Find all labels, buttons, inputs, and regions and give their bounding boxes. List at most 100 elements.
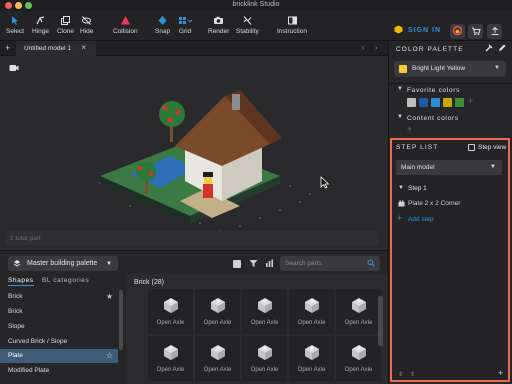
tool-hinge-label: Hinge [32, 28, 49, 35]
filter-icon[interactable] [249, 259, 258, 270]
add-step-button[interactable]: Add step [408, 216, 434, 223]
part-cell[interactable]: Open Axle [195, 336, 240, 381]
favorite-swatch-1[interactable] [407, 98, 416, 107]
part-cell[interactable]: Open Axle [336, 336, 381, 381]
tool-clone[interactable]: Clone [57, 14, 74, 35]
upload-button[interactable] [487, 24, 502, 39]
tool-grid[interactable]: Grid [178, 14, 192, 35]
favorite-swatch-5[interactable] [455, 98, 464, 107]
eyedropper-icon[interactable] [485, 44, 493, 54]
star-outline-icon[interactable]: ☆ [106, 351, 113, 360]
total-parts-bar: 1 total part [5, 231, 378, 245]
shape-item-brick[interactable]: Brick [0, 305, 118, 319]
chevron-right-icon[interactable]: › [375, 43, 378, 52]
part-label: Open Axle [156, 320, 185, 326]
chevron-down-icon: ▼ [494, 65, 500, 71]
parts-scrollbar[interactable] [378, 296, 383, 346]
shape-item-modified-plate[interactable]: Modified Plate [0, 364, 118, 378]
tab-untitled-model[interactable]: Untitled model 1 × [16, 41, 96, 56]
add-plus-icon[interactable]: + [498, 368, 503, 378]
favorite-swatch-4[interactable] [443, 98, 452, 107]
part-thumbnail-icon [160, 343, 182, 365]
sort-icon[interactable] [265, 259, 274, 270]
add-favorite-plus-icon[interactable]: + [468, 96, 473, 106]
bricklink-logo-icon [452, 25, 463, 38]
search-icon[interactable] [367, 259, 375, 269]
shape-item-plate[interactable]: Plate ☆ [0, 349, 118, 363]
cart-icon [471, 26, 481, 38]
favorite-swatch-3[interactable] [431, 98, 440, 107]
part-thumbnail-icon [301, 343, 323, 365]
shape-item-label: Plate [8, 352, 23, 359]
step-collapse-icon[interactable]: ▼ [398, 185, 404, 191]
part-thumbnail-icon [348, 343, 370, 365]
tool-collision[interactable]: Collision [113, 14, 138, 35]
part-icon [398, 200, 405, 209]
bricklink-logo-button[interactable] [450, 24, 465, 39]
cursor-icon [10, 14, 20, 26]
tool-hide[interactable]: Hide [80, 14, 93, 35]
camera-icon [213, 14, 224, 26]
step-list-header: STEP LIST [396, 144, 439, 151]
step-part-item[interactable]: Plate 2 x 2 Corner [408, 200, 460, 207]
chevron-down-icon: ▼ [490, 164, 496, 170]
part-cell[interactable]: Open Axle [195, 289, 240, 334]
move-down-icon[interactable]: ⇕ [410, 371, 415, 378]
selected-color-swatch [399, 65, 407, 73]
lego-model-render[interactable] [0, 56, 388, 248]
part-cell[interactable]: Open Axle [289, 289, 334, 334]
tool-stability[interactable]: Stability [236, 14, 259, 35]
collapse-content-icon[interactable]: ▼ [397, 114, 403, 120]
tool-hinge[interactable]: Hinge [32, 14, 49, 35]
tab-bl-categories[interactable]: BL categories [42, 277, 89, 284]
content-colors-header: Content colors [407, 115, 459, 122]
shapes-tabs: Shapes BL categories [0, 274, 126, 288]
star-filled-icon[interactable]: ★ [106, 292, 113, 301]
selected-color-dropdown[interactable]: Bright Light Yellow ▼ [394, 61, 506, 77]
add-content-plus-icon[interactable]: + [407, 124, 412, 134]
tool-select[interactable]: Select [6, 14, 24, 35]
step-label[interactable]: Step 1 [408, 185, 427, 192]
new-tab-plus-icon[interactable]: + [5, 43, 10, 53]
part-cell[interactable]: Open Axle [289, 336, 334, 381]
cart-button[interactable] [468, 24, 483, 39]
tool-render-label: Render [208, 28, 230, 35]
part-cell[interactable]: Open Axle [148, 336, 193, 381]
favorite-swatch-2[interactable] [419, 98, 428, 107]
tool-render[interactable]: Render [208, 14, 229, 35]
part-label: Open Axle [203, 367, 232, 373]
part-thumbnail-icon [254, 296, 276, 318]
close-tab-icon[interactable]: × [81, 43, 86, 52]
shape-item-slope[interactable]: Slope [0, 320, 118, 334]
part-cell[interactable]: Open Axle [242, 336, 287, 381]
instruction-icon [287, 14, 298, 26]
tool-instruction[interactable]: Instruction [277, 14, 307, 35]
add-step-plus-icon[interactable]: + [397, 213, 402, 223]
sign-in-button[interactable]: SIGN IN [394, 25, 441, 36]
collapse-favorite-icon[interactable]: ▼ [397, 86, 403, 92]
favorite-colors-header: Favorite colors [407, 87, 461, 94]
part-cell[interactable]: Open Axle [336, 289, 381, 334]
tool-snap[interactable]: Snap [155, 14, 170, 35]
palette-bar: Master building palette ▼ Search parts [0, 250, 388, 274]
chevron-left-icon[interactable]: ‹ [362, 43, 365, 52]
tab-shapes[interactable]: Shapes [8, 277, 34, 286]
search-input[interactable]: Search parts [280, 256, 380, 271]
palette-icon [13, 259, 21, 269]
pencil-icon[interactable] [498, 44, 506, 54]
model-select-dropdown[interactable]: Main model ▼ [396, 160, 502, 175]
clone-icon [60, 14, 71, 26]
part-label: Open Axle [156, 367, 185, 373]
shapes-scrollbar[interactable] [119, 290, 123, 350]
part-cell[interactable]: Open Axle [242, 289, 287, 334]
shape-item-brick-header[interactable]: Brick ★ [0, 290, 118, 304]
move-up-icon[interactable]: ⇕ [398, 371, 403, 378]
part-cell[interactable]: Open Axle [148, 289, 193, 334]
step-view-checkbox[interactable] [468, 144, 475, 151]
shape-item-curved[interactable]: Curved Brick / Slope [0, 335, 118, 349]
3d-viewport[interactable] [0, 56, 388, 248]
part-thumbnail-icon [254, 343, 276, 365]
view-mode-icon[interactable] [233, 260, 241, 268]
part-label: Open Axle [250, 320, 279, 326]
palette-dropdown[interactable]: Master building palette ▼ [8, 256, 118, 271]
